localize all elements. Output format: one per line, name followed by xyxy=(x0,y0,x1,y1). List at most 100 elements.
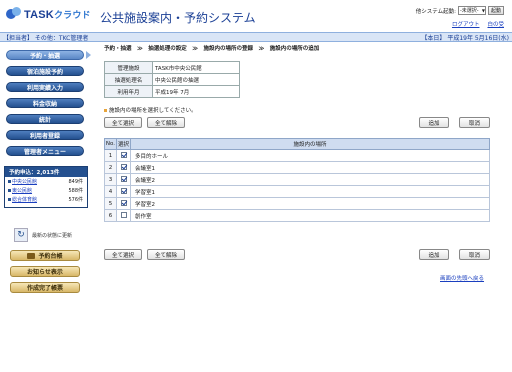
info-bar: 【担当者】 その他：TKC管理者 【本日】 平成19年 5月16日(水) xyxy=(0,32,512,42)
launch-button[interactable]: 起動 xyxy=(487,6,504,15)
menu-user-registration[interactable]: 利用者登録 xyxy=(6,130,84,140)
square-bullet-icon xyxy=(8,198,11,201)
row-no: 4 xyxy=(104,185,117,198)
today-date: 【本日】 平成19年 5月16日(水) xyxy=(421,34,509,42)
header-links: ログアウト 白の受 xyxy=(452,20,504,28)
facility-link[interactable]: 東公民館 xyxy=(8,187,32,194)
menu-usage-input[interactable]: 利用実績入力 xyxy=(6,82,84,92)
square-bullet-icon xyxy=(8,189,11,192)
back-to-top-link[interactable]: 画面の先頭へ戻る xyxy=(440,274,484,282)
table-header-row: No. 選択 施設内の場所 xyxy=(104,138,490,150)
col-location: 施設内の場所 xyxy=(130,138,490,150)
menu-admin[interactable]: 管理者メニュー xyxy=(6,146,84,156)
clear-all-button-bottom[interactable]: 全て解除 xyxy=(147,249,185,260)
menu-fee-collection[interactable]: 料金収納 xyxy=(6,98,84,108)
list-item: 中央公民館 849件 xyxy=(5,177,87,186)
select-checkbox[interactable] xyxy=(120,212,127,219)
active-arrow-icon xyxy=(86,51,91,59)
header-link-2[interactable]: 白の受 xyxy=(487,20,504,28)
completed-reports-button[interactable]: 作成完了帳票 xyxy=(10,282,80,293)
chevron-down-icon: ▼ xyxy=(481,8,485,13)
logo-kana-text: クラウド xyxy=(53,9,91,20)
notice-text: 施設内の場所を選択してください。 xyxy=(109,108,197,114)
breadcrumb: 予約・抽選 ≫ 抽選処理の設定 ≫ 施設内の場所の登録 ≫ 施設内の場所の追加 xyxy=(104,46,320,52)
bullet-icon xyxy=(104,108,107,112)
facility-name: 総合体育館 xyxy=(12,197,38,203)
other-system-launcher: 他システム起動: -未選択- ▼ 起動 xyxy=(416,6,504,15)
row-no: 5 xyxy=(104,197,117,210)
instruction-notice: 施設内の場所を選択してください。 xyxy=(104,106,197,114)
menu-reservation-lottery[interactable]: 予約・抽選 xyxy=(6,50,84,60)
menu-lodging-reservation[interactable]: 宿泊施設予約 xyxy=(6,66,84,76)
applications-title: 予約申込：2,013件 xyxy=(5,167,87,177)
info-key: 管理施設 xyxy=(104,61,153,74)
table-row: 抽選処理名 中央公民館の抽選 xyxy=(104,73,240,86)
select-checkbox[interactable] xyxy=(120,188,127,195)
facility-link[interactable]: 中央公民館 xyxy=(8,178,37,185)
main-content: 予約・抽選 ≫ 抽選処理の設定 ≫ 施設内の場所の登録 ≫ 施設内の場所の追加 … xyxy=(104,42,500,372)
logo-main-text: TASK xyxy=(24,8,54,21)
refresh-control[interactable]: ↻ 最新の状態に更新 xyxy=(14,228,72,242)
col-select: 選択 xyxy=(116,138,131,150)
table-row: 6 創作室 xyxy=(104,209,490,222)
notice-display-button[interactable]: お知らせ表示 xyxy=(10,266,80,277)
facility-name: 中央公民館 xyxy=(12,179,38,185)
table-row: 4 学習室1 xyxy=(104,185,490,198)
row-no: 3 xyxy=(104,173,117,186)
info-key: 抽選処理名 xyxy=(104,73,153,86)
col-no: No. xyxy=(104,138,117,150)
clear-all-button-top[interactable]: 全て解除 xyxy=(147,117,185,128)
other-system-select[interactable]: -未選択- ▼ xyxy=(457,6,486,15)
list-item: 総合体育館 576件 xyxy=(5,195,87,204)
row-no: 6 xyxy=(104,209,117,222)
facility-count: 849件 xyxy=(68,179,83,185)
location-name: 会議室1 xyxy=(130,161,490,174)
list-item: 東公民館 588件 xyxy=(5,186,87,195)
table-row: 5 学習室2 xyxy=(104,197,490,210)
info-key: 利用年月 xyxy=(104,85,153,98)
select-checkbox[interactable] xyxy=(120,152,127,159)
facility-count: 588件 xyxy=(68,188,83,194)
add-button-bottom[interactable]: 追加 xyxy=(419,249,449,260)
operator-info: 【担当者】 その他：TKC管理者 xyxy=(3,34,89,42)
select-checkbox[interactable] xyxy=(120,164,127,171)
add-button-top[interactable]: 追加 xyxy=(419,117,449,128)
select-checkbox[interactable] xyxy=(120,176,127,183)
row-no: 2 xyxy=(104,161,117,174)
button-label: 予約台帳 xyxy=(38,253,63,260)
table-row: 2 会議室1 xyxy=(104,161,490,174)
system-title: 公共施設案内・予約システム xyxy=(100,11,256,25)
book-icon xyxy=(27,252,36,259)
table-row: 1 多目的ホール xyxy=(104,149,490,162)
cancel-button-bottom[interactable]: 取消 xyxy=(459,249,490,260)
select-all-button-top[interactable]: 全て選択 xyxy=(104,117,142,128)
menu-statistics[interactable]: 統計 xyxy=(6,114,84,124)
facility-name: 東公民館 xyxy=(12,188,33,194)
table-row: 管理施設 TASK市中央公民館 xyxy=(104,61,240,74)
cancel-button-top[interactable]: 取消 xyxy=(459,117,490,128)
select-all-button-bottom[interactable]: 全て選択 xyxy=(104,249,142,260)
select-checkbox[interactable] xyxy=(120,200,127,207)
cloud-logo-icon xyxy=(6,7,24,21)
info-value: 平成19年 7月 xyxy=(152,85,240,98)
location-name: 多目的ホール xyxy=(130,149,490,162)
table-row: 利用年月 平成19年 7月 xyxy=(104,85,240,98)
reservation-ledger-button[interactable]: 予約台帳 xyxy=(10,250,80,261)
row-no: 1 xyxy=(104,149,117,162)
location-name: 学習室2 xyxy=(130,197,490,210)
info-value: 中央公民館の抽選 xyxy=(152,73,240,86)
table-row: 3 会議室2 xyxy=(104,173,490,186)
other-system-value: -未選択- xyxy=(459,8,479,14)
logout-link[interactable]: ログアウト xyxy=(452,20,480,28)
lottery-info-table: 管理施設 TASK市中央公民館 抽選処理名 中央公民館の抽選 利用年月 平成19年 7… xyxy=(104,61,240,98)
app-header: TASKクラウド 公共施設案内・予約システム 他システム起動: -未選択- ▼ 起… xyxy=(0,0,512,32)
facility-link[interactable]: 総合体育館 xyxy=(8,196,37,203)
sidebar: 予約・抽選 宿泊施設予約 利用実績入力 料金収納 統計 利用者登録 管理者メニュ… xyxy=(0,42,91,372)
info-value: TASK市中央公民館 xyxy=(152,61,240,74)
location-name: 会議室2 xyxy=(130,173,490,186)
refresh-label: 最新の状態に更新 xyxy=(32,232,73,239)
refresh-icon[interactable]: ↻ xyxy=(14,228,28,242)
location-name: 学習室1 xyxy=(130,185,490,198)
square-bullet-icon xyxy=(8,180,11,183)
reservation-applications-box: 予約申込：2,013件 中央公民館 849件 東公民館 588件 総合体育館 5… xyxy=(4,166,88,208)
